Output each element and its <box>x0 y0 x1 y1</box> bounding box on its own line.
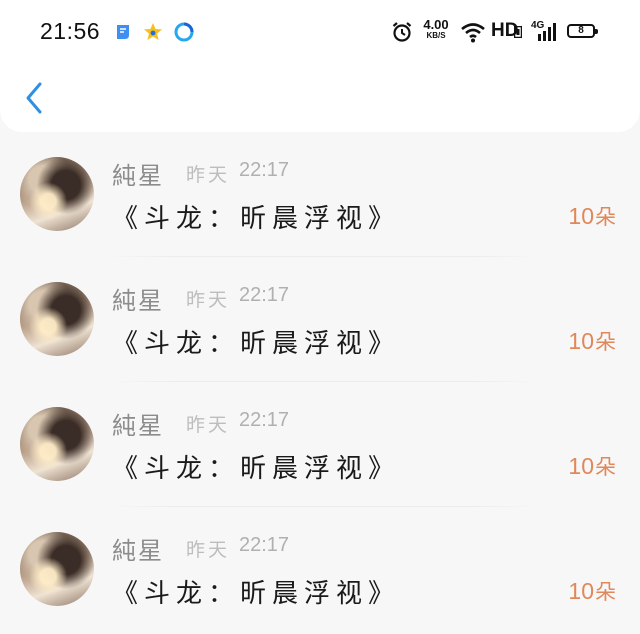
browser-app-icon <box>174 22 194 42</box>
star-app-icon <box>144 23 162 40</box>
avatar[interactable] <box>20 407 94 481</box>
chevron-left-icon <box>26 82 42 114</box>
gift-amount: 10朵 <box>568 451 616 481</box>
battery-nub <box>595 29 598 34</box>
status-bar: 21:56 4.00 KB/S HD 4G 8 <box>0 0 640 64</box>
wifi-icon <box>461 23 485 43</box>
avatar[interactable] <box>20 157 94 231</box>
time-value: 22:17 <box>239 284 290 306</box>
back-button[interactable] <box>20 78 50 118</box>
battery-icon: 8 <box>567 24 598 38</box>
gift-amount-value: 10 <box>568 578 594 604</box>
hd-indicator-icon <box>514 26 522 38</box>
time-value: 22:17 <box>239 534 290 556</box>
time-label: 昨天 <box>186 539 231 561</box>
sender-name: 純星 <box>112 287 164 315</box>
gift-amount-value: 10 <box>568 328 594 354</box>
alarm-icon <box>392 22 412 42</box>
sender-name: 純星 <box>112 412 164 440</box>
time-label: 昨天 <box>186 414 231 436</box>
list-item[interactable]: 純星 昨天 22:17 《斗龙：昕晨浮视》 10朵 <box>0 257 640 382</box>
avatar[interactable] <box>20 532 94 606</box>
network-speed: 4.00 KB/S <box>420 18 452 40</box>
gift-amount-unit: 朵 <box>595 580 616 604</box>
gift-message: 《斗龙：昕晨浮视》 <box>112 454 401 484</box>
sender-name: 純星 <box>112 162 164 190</box>
time-value: 22:17 <box>239 159 290 181</box>
gift-amount: 10朵 <box>568 326 616 356</box>
time-label: 昨天 <box>186 289 231 311</box>
gift-amount-unit: 朵 <box>595 455 616 479</box>
network-speed-value: 4.00 <box>423 17 449 32</box>
time-label: 昨天 <box>186 164 231 186</box>
list-item[interactable]: 純星 昨天 22:17 《斗龙：昕晨浮视》 10朵 <box>0 507 640 632</box>
gift-amount: 10朵 <box>568 201 616 231</box>
app-notification-icon <box>117 25 129 39</box>
gift-message: 《斗龙：昕晨浮视》 <box>112 204 401 234</box>
gift-message: 《斗龙：昕晨浮视》 <box>112 329 401 359</box>
avatar[interactable] <box>20 282 94 356</box>
gift-message: 《斗龙：昕晨浮视》 <box>112 579 401 609</box>
battery-level: 8 <box>578 25 584 36</box>
nav-bar <box>0 64 640 132</box>
gift-amount-unit: 朵 <box>595 330 616 354</box>
network-speed-unit: KB/S <box>426 31 446 40</box>
sender-name: 純星 <box>112 537 164 565</box>
list-item[interactable]: 純星 昨天 22:17 《斗龙：昕晨浮视》 10朵 <box>0 132 640 257</box>
gift-amount-unit: 朵 <box>595 205 616 229</box>
cellular-signal-icon <box>538 23 556 41</box>
list-item[interactable]: 純星 昨天 22:17 《斗龙：昕晨浮视》 10朵 <box>0 382 640 507</box>
gift-amount-value: 10 <box>568 453 594 479</box>
status-time: 21:56 <box>40 18 101 44</box>
time-value: 22:17 <box>239 409 290 431</box>
gift-amount-value: 10 <box>568 203 594 229</box>
gift-list: 純星 昨天 22:17 《斗龙：昕晨浮视》 10朵 純星 昨天 22:17 《斗… <box>0 132 640 632</box>
gift-amount: 10朵 <box>568 576 616 606</box>
